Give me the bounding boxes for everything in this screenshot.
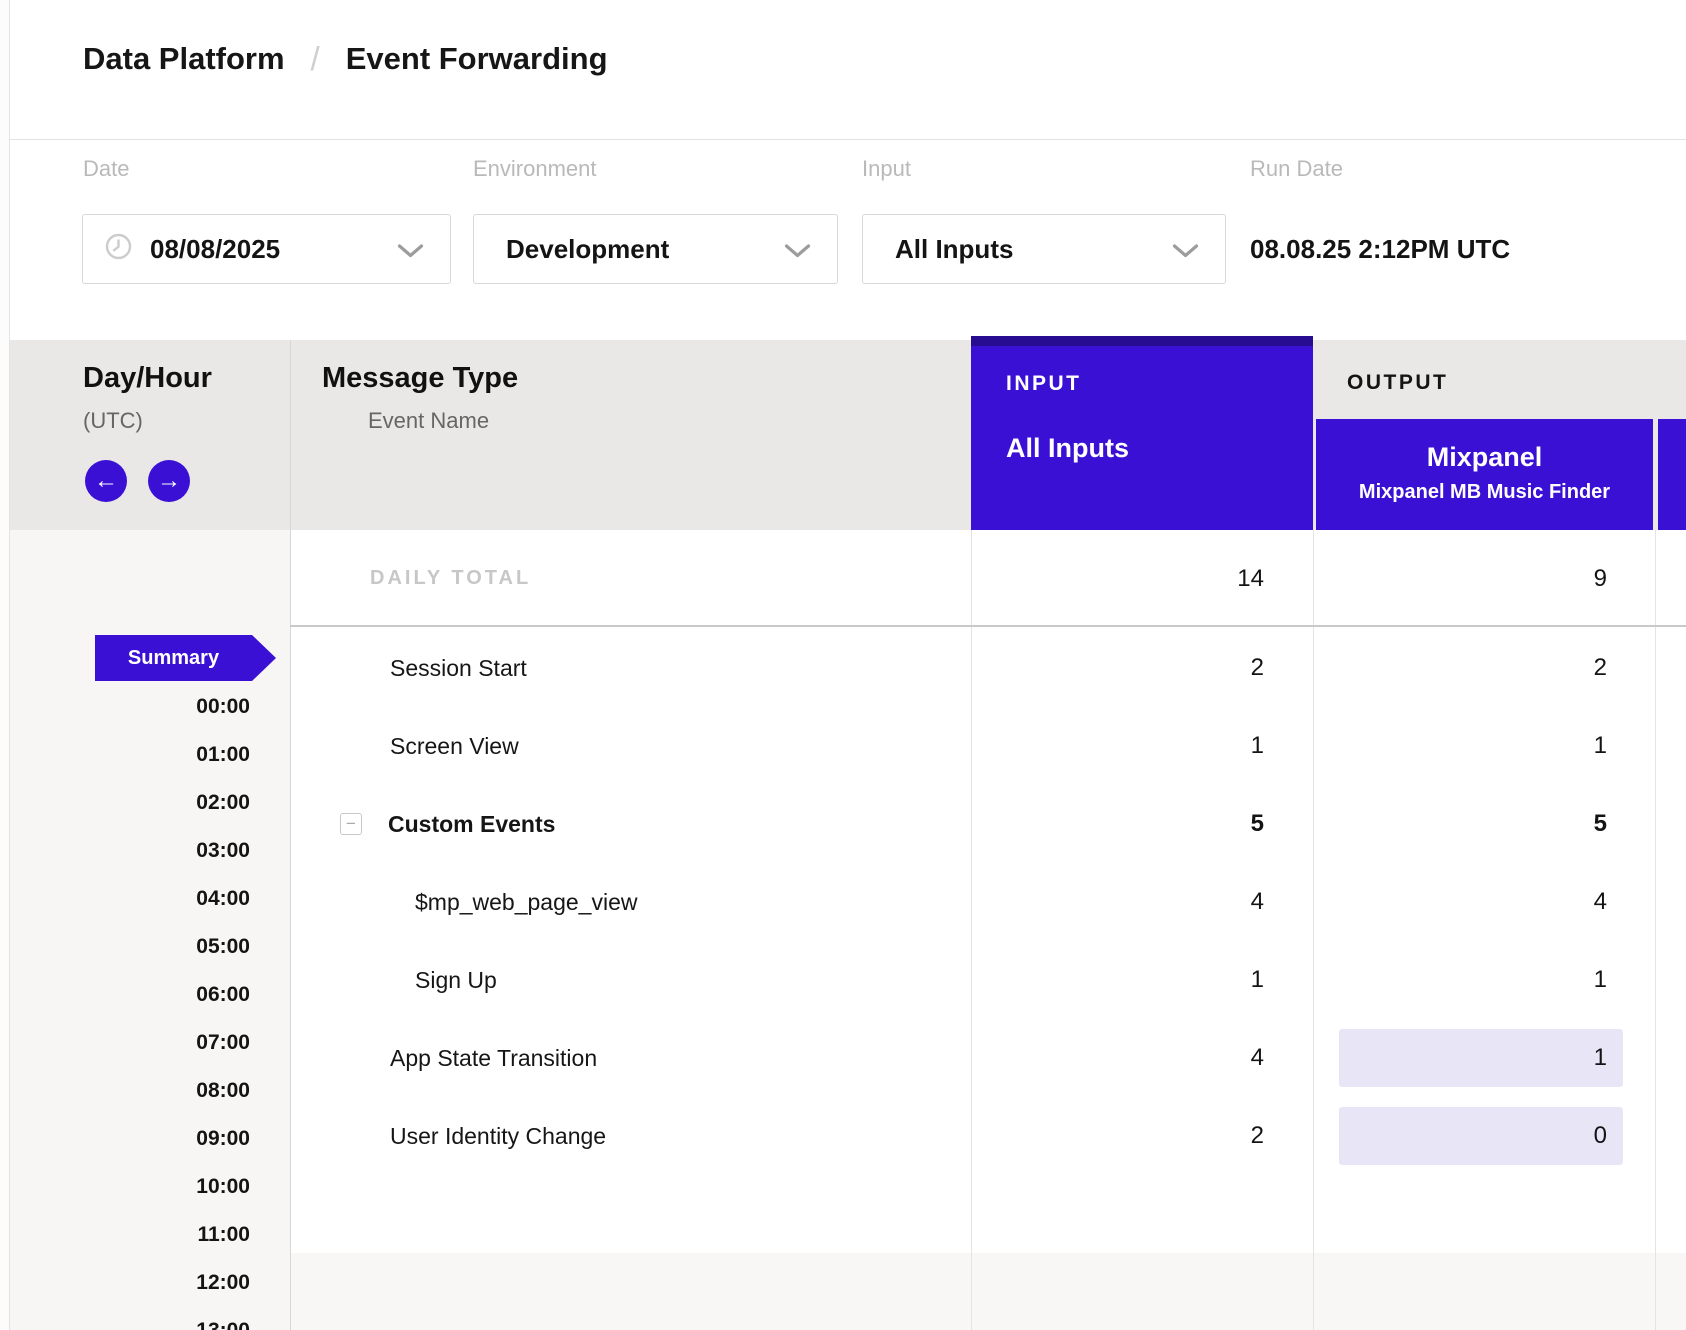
output-count-highlight: 0 [1339, 1107, 1623, 1165]
output-count: 4 [1594, 863, 1607, 941]
collapse-icon[interactable]: − [340, 813, 362, 835]
input-label: Input [862, 156, 911, 182]
input-count: 1 [1251, 707, 1264, 785]
input-column-name: All Inputs [1006, 433, 1313, 464]
top-bar: Data Platform / Event Forwarding [10, 0, 1686, 140]
page-title: Event Forwarding [346, 41, 608, 77]
environment-select[interactable]: Development [473, 214, 838, 284]
day-hour-subtitle: (UTC) [83, 408, 143, 434]
output-name: Mixpanel [1316, 442, 1653, 473]
date-select[interactable]: 08/08/2025 [82, 214, 451, 284]
hour-slot[interactable]: 05:00 [10, 923, 290, 971]
input-count: 1 [1251, 941, 1264, 1019]
run-date-value: 08.08.25 2:12PM UTC [1250, 214, 1510, 284]
output-count: 5 [1594, 785, 1607, 863]
hour-slot[interactable]: 07:00 [10, 1019, 290, 1067]
daily-total-output-count: 9 [1594, 530, 1607, 627]
summary-badge[interactable]: Summary [95, 635, 252, 681]
daily-total-label: DAILY TOTAL [370, 530, 531, 627]
breadcrumb: Data Platform / Event Forwarding [83, 40, 608, 78]
daily-total-row: DAILY TOTAL 14 9 [290, 530, 1686, 627]
arrow-left-icon: ← [94, 467, 118, 494]
hour-slot[interactable]: 06:00 [10, 971, 290, 1019]
chevron-down-icon [784, 243, 811, 264]
hour-slot[interactable]: 01:00 [10, 731, 290, 779]
event-rows: Session Start 2 2 Screen View 1 1 − Cust… [290, 629, 1686, 1175]
output-section-label: OUTPUT [1347, 371, 1448, 395]
row-label: $mp_web_page_view [415, 863, 638, 941]
date-label: Date [83, 156, 129, 182]
event-name-subtitle: Event Name [368, 408, 489, 434]
hour-slot[interactable]: 02:00 [10, 779, 290, 827]
input-column-accent-strip [971, 336, 1313, 346]
output-count-highlight: 1 [1339, 1029, 1623, 1087]
input-count: 4 [1251, 863, 1264, 941]
next-output-header-partial[interactable] [1658, 419, 1686, 530]
breadcrumb-separator: / [311, 40, 320, 78]
input-count: 5 [1251, 785, 1264, 863]
output-count: 0 [1339, 1107, 1623, 1165]
next-day-button[interactable]: → [148, 460, 190, 502]
output-subtitle: Mixpanel MB Music Finder [1316, 481, 1653, 504]
date-value: 08/08/2025 [150, 234, 280, 265]
table-row: Session Start 2 2 [290, 629, 1686, 707]
day-hour-header: Day/Hour [83, 362, 212, 395]
table-footer-area [291, 1253, 1686, 1330]
table-row: − Custom Events 5 5 [290, 785, 1686, 863]
row-label: App State Transition [390, 1019, 597, 1097]
hour-slot[interactable]: 13:00 [10, 1307, 290, 1330]
table-row: User Identity Change 2 0 [290, 1097, 1686, 1175]
input-column-header[interactable]: INPUT All Inputs [971, 336, 1313, 530]
arrow-right-icon: → [157, 467, 181, 494]
hour-slot[interactable]: 03:00 [10, 827, 290, 875]
hour-slot[interactable]: 11:00 [10, 1211, 290, 1259]
input-count: 2 [1251, 629, 1264, 707]
output-mixpanel-header[interactable]: Mixpanel Mixpanel MB Music Finder [1316, 419, 1653, 530]
table-row: Sign Up 1 1 [290, 941, 1686, 1019]
input-count: 2 [1251, 1097, 1264, 1175]
hour-slot[interactable]: 04:00 [10, 875, 290, 923]
message-type-header: Message Type [322, 362, 518, 395]
chevron-down-icon [1172, 243, 1199, 264]
previous-day-button[interactable]: ← [85, 460, 127, 502]
run-date-label: Run Date [1250, 156, 1343, 182]
row-label: Custom Events [388, 785, 555, 863]
left-gutter [0, 0, 10, 1330]
chevron-down-icon [397, 243, 424, 264]
minus-glyph: − [346, 814, 356, 833]
hour-list: 00:00 01:00 02:00 03:00 04:00 05:00 06:0… [10, 683, 290, 1330]
clock-icon [105, 233, 132, 265]
table-row: App State Transition 4 1 [290, 1019, 1686, 1097]
summary-label: Summary [128, 647, 219, 669]
daily-total-input-count: 14 [1237, 530, 1264, 627]
hour-slot[interactable]: 12:00 [10, 1259, 290, 1307]
table-row: Screen View 1 1 [290, 707, 1686, 785]
row-label: Sign Up [415, 941, 497, 1019]
input-select[interactable]: All Inputs [862, 214, 1226, 284]
hour-slot[interactable]: 10:00 [10, 1163, 290, 1211]
environment-value: Development [506, 234, 669, 265]
hour-slot[interactable]: 09:00 [10, 1115, 290, 1163]
environment-label: Environment [473, 156, 597, 182]
output-count: 1 [1594, 707, 1607, 785]
hour-slot[interactable]: 00:00 [10, 683, 290, 731]
row-label: Screen View [390, 707, 519, 785]
table-row: $mp_web_page_view 4 4 [290, 863, 1686, 941]
input-value: All Inputs [895, 234, 1013, 265]
hours-column: Summary 00:00 01:00 02:00 03:00 04:00 05… [10, 530, 290, 1330]
row-label: Session Start [390, 629, 527, 707]
hour-slot[interactable]: 08:00 [10, 1067, 290, 1115]
input-section-label: INPUT [1006, 372, 1313, 396]
row-label: User Identity Change [390, 1097, 606, 1175]
input-count: 4 [1251, 1019, 1264, 1097]
breadcrumb-section[interactable]: Data Platform [83, 41, 285, 77]
output-count: 1 [1594, 941, 1607, 1019]
output-count: 1 [1339, 1029, 1623, 1087]
output-count: 2 [1594, 629, 1607, 707]
event-forwarding-page: Data Platform / Event Forwarding Date En… [0, 0, 1686, 1330]
